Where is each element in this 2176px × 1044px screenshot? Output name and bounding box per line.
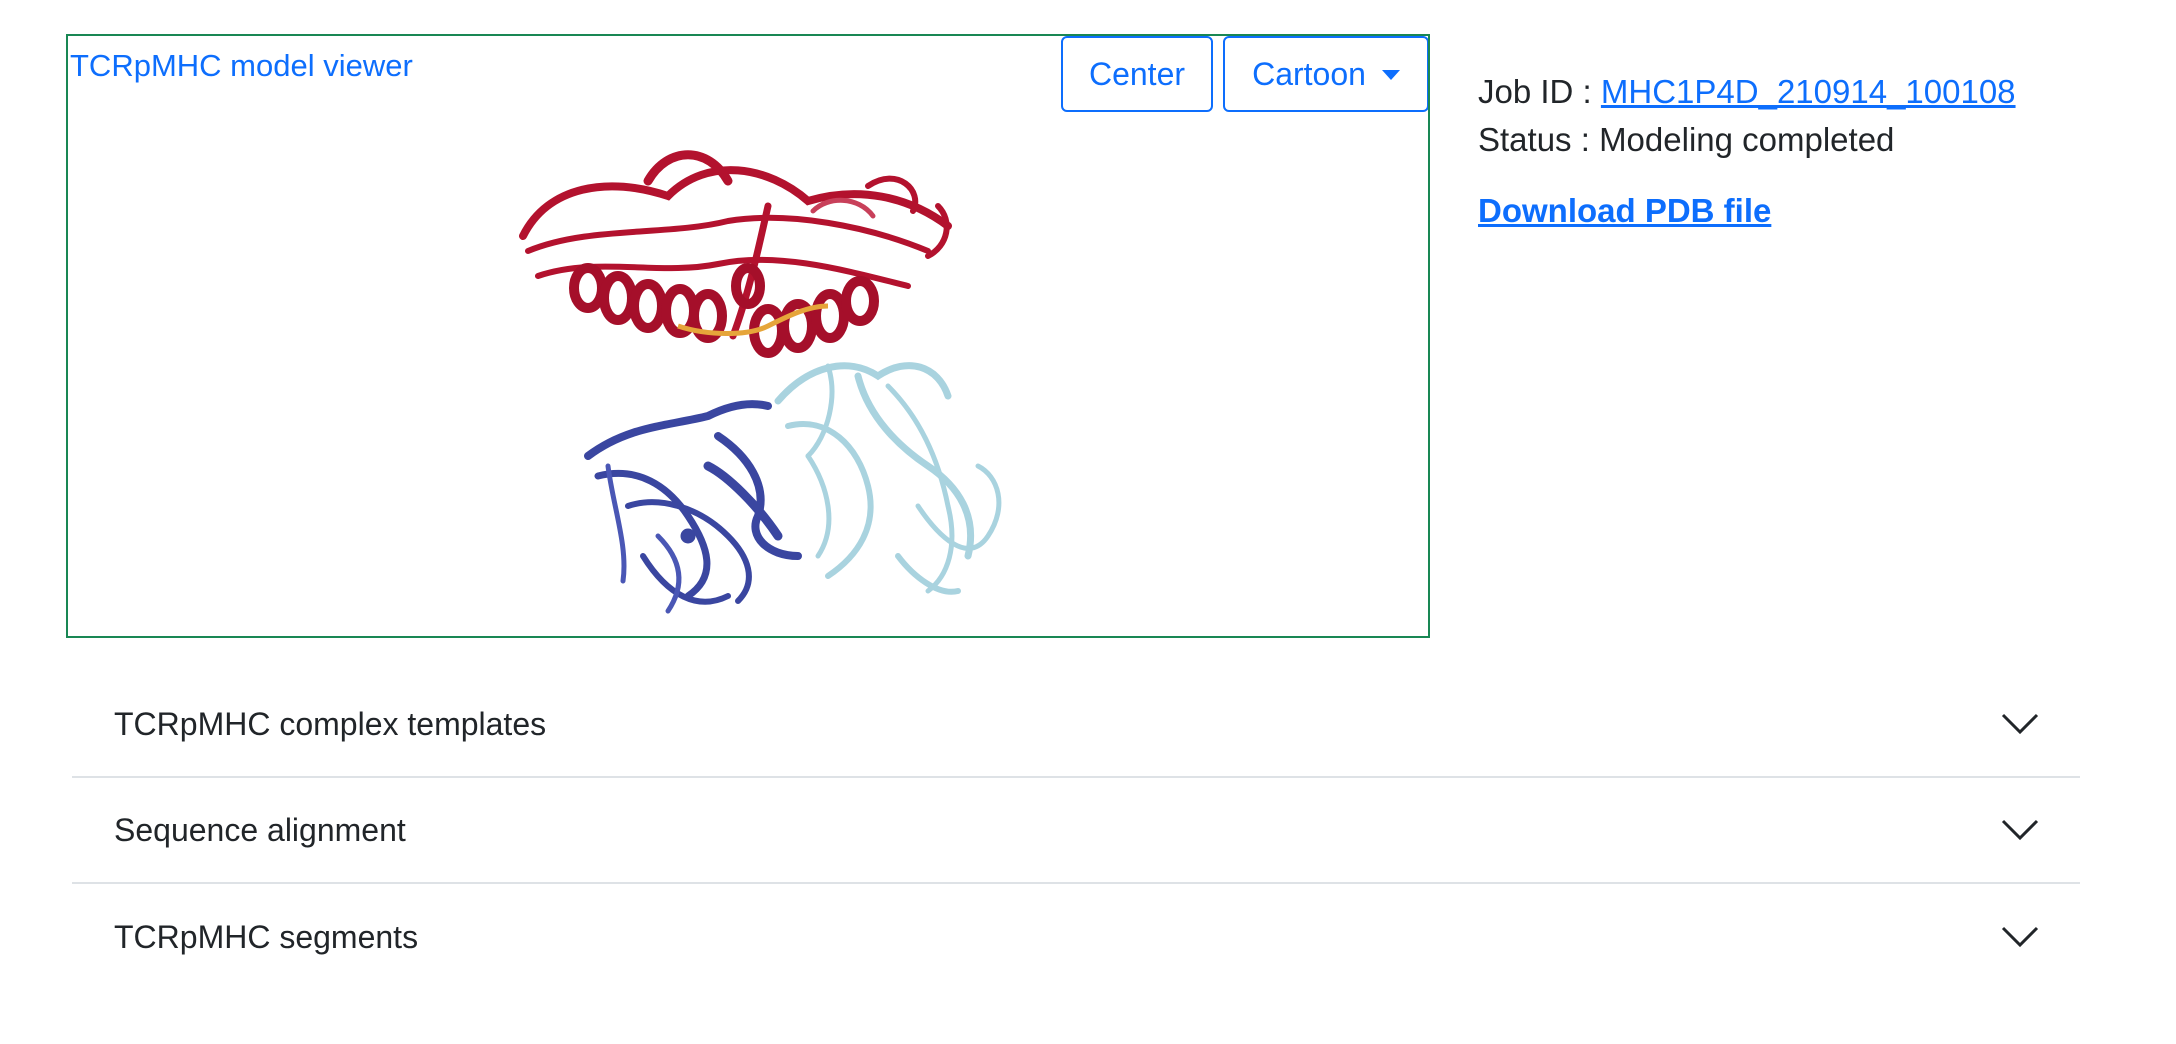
representation-dropdown[interactable]: Cartoon xyxy=(1223,36,1428,112)
job-id-link[interactable]: MHC1P4D_210914_100108 xyxy=(1601,73,2016,110)
protein-structure-render[interactable] xyxy=(68,36,1428,636)
page: TCRpMHC model viewer Center Cartoon Job … xyxy=(0,0,2176,1044)
download-pdb-link[interactable]: Download PDB file xyxy=(1478,192,1771,230)
center-button[interactable]: Center xyxy=(1061,36,1213,112)
accordion-item-segments[interactable]: TCRpMHC segments xyxy=(72,884,2080,990)
tcr-alpha-chain xyxy=(584,400,802,614)
model-viewer[interactable]: TCRpMHC model viewer Center Cartoon xyxy=(66,34,1430,638)
accordion-item-label: TCRpMHC complex templates xyxy=(114,705,547,742)
tcr-beta-chain xyxy=(774,362,1002,595)
results-accordion: TCRpMHC complex templates Sequence align… xyxy=(72,672,2080,990)
job-info: Job ID : MHC1P4D_210914_100108 Status : … xyxy=(1478,68,2016,164)
caret-down-icon xyxy=(1381,70,1400,80)
chevron-down-icon xyxy=(2001,713,2039,735)
accordion-item-alignment[interactable]: Sequence alignment xyxy=(72,778,2080,884)
accordion-item-templates[interactable]: TCRpMHC complex templates xyxy=(72,672,2080,778)
job-status-value: Modeling completed xyxy=(1599,121,1895,158)
job-status-label: Status : xyxy=(1478,121,1600,158)
representation-dropdown-label: Cartoon xyxy=(1252,55,1366,92)
job-id-label: Job ID : xyxy=(1478,73,1601,110)
chevron-down-icon xyxy=(2001,926,2039,948)
job-status-row: Status : Modeling completed xyxy=(1478,116,2016,164)
chevron-down-icon xyxy=(2001,819,2039,841)
job-id-row: Job ID : MHC1P4D_210914_100108 xyxy=(1478,68,2016,116)
accordion-item-label: Sequence alignment xyxy=(114,811,406,848)
accordion-item-label: TCRpMHC segments xyxy=(114,918,419,955)
mhc-helices xyxy=(569,263,879,358)
viewer-title: TCRpMHC model viewer xyxy=(70,48,413,83)
center-button-label: Center xyxy=(1088,55,1186,92)
